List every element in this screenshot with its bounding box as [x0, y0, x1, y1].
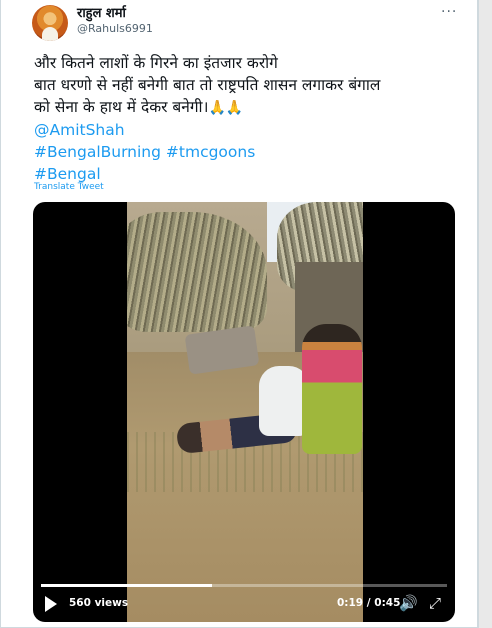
tweet-text: और कितने लाशों के गिरने का इंतजार करोगे …: [34, 52, 464, 185]
tweet-line-text: को सेना के हाथ में देकर बनेगी।: [34, 98, 209, 116]
more-options-icon[interactable]: ···: [441, 4, 457, 20]
video-progress-bar[interactable]: [41, 584, 447, 587]
tweet-line: बात धरणो से नहीं बनेगी बात तो राष्ट्रपति…: [34, 76, 381, 94]
video-time: 0:19 / 0:45: [337, 597, 401, 609]
tweet-card: राहुल शर्मा @Rahuls6991 ··· और कितने लाश…: [0, 0, 478, 628]
hashtag-links[interactable]: #BengalBurning #tmcgoons: [34, 141, 464, 163]
woman-standing: [302, 324, 362, 454]
view-count: 560 views: [69, 597, 129, 609]
video-progress-fill: [41, 584, 212, 587]
author-name[interactable]: राहुल शर्मा: [77, 6, 126, 22]
video-frame[interactable]: [127, 202, 363, 622]
folded-hands-emoji: 🙏🙏: [208, 100, 244, 116]
author-handle[interactable]: @Rahuls6991: [77, 22, 153, 36]
mention-link[interactable]: @AmitShah: [34, 119, 464, 141]
video-player[interactable]: 560 views 0:19 / 0:45 🔊 ⤢: [33, 202, 455, 622]
volume-icon[interactable]: 🔊: [399, 594, 418, 612]
thatch-roof: [127, 212, 267, 332]
tweet-line: और कितने लाशों के गिरने का इंतजार करोगे: [34, 54, 278, 72]
video-controls: 560 views 0:19 / 0:45 🔊 ⤢: [33, 594, 455, 618]
fullscreen-icon[interactable]: ⤢: [429, 594, 441, 612]
translate-tweet-link[interactable]: Translate Tweet: [34, 182, 104, 192]
tweet-line: को सेना के हाथ में देकर बनेगी।🙏🙏: [34, 96, 464, 119]
play-icon[interactable]: [45, 596, 57, 612]
page-background-strip: [478, 0, 492, 628]
avatar[interactable]: [32, 5, 68, 41]
